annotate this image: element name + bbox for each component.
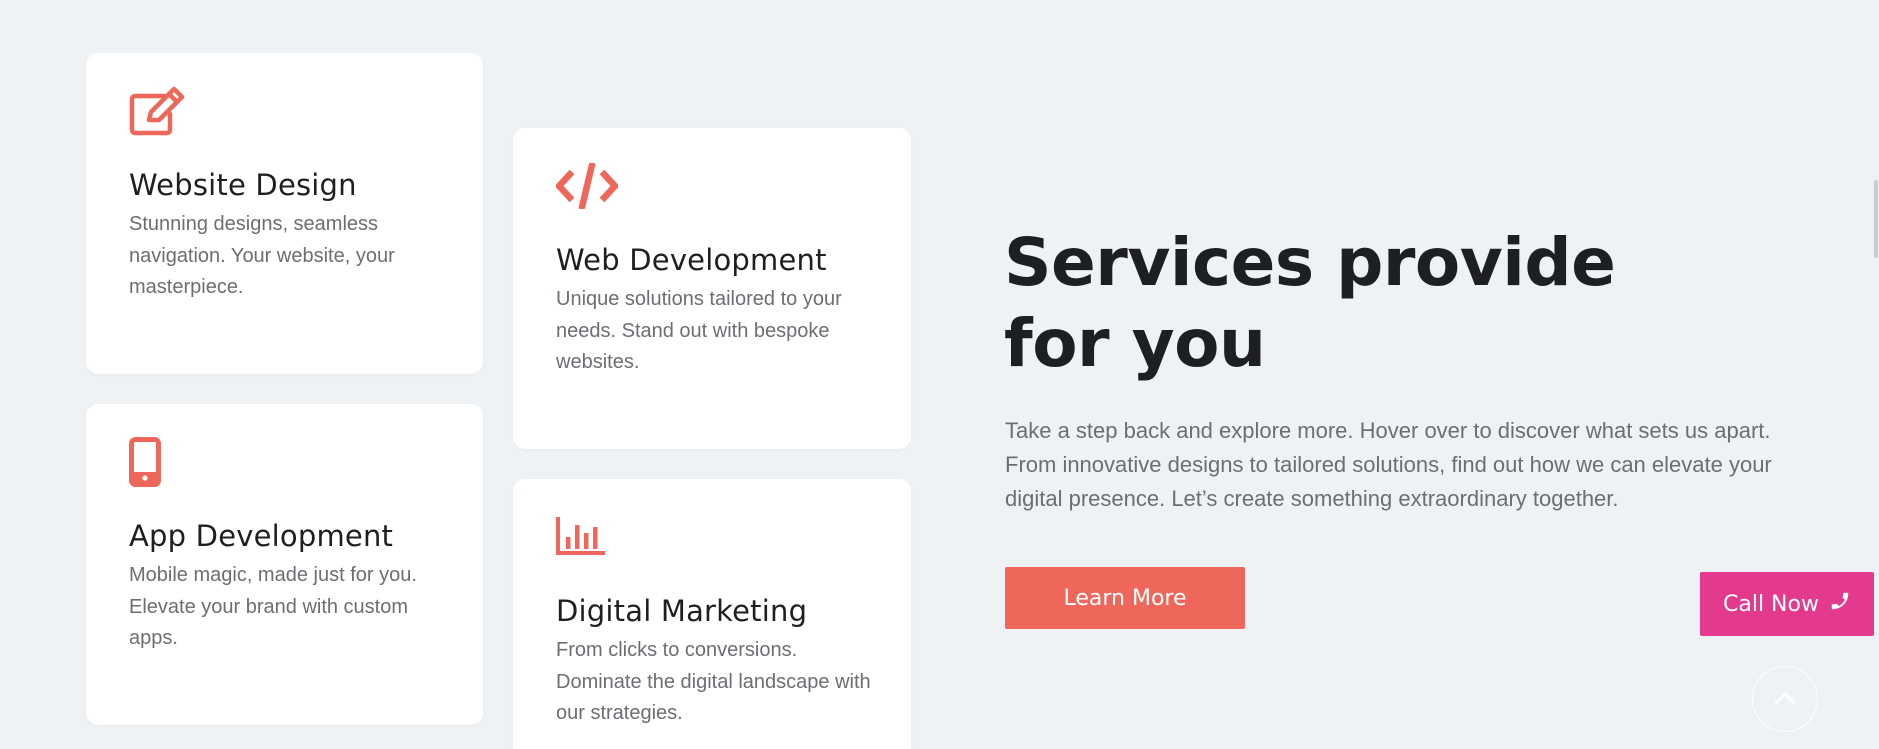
call-now-label: Call Now <box>1723 591 1819 617</box>
service-title: Digital Marketing <box>556 594 808 628</box>
heading-line-1: Services provide <box>1004 224 1616 301</box>
services-section: Website Design Stunning designs, seamles… <box>0 0 1879 749</box>
section-description: Take a step back and explore more. Hover… <box>1005 418 1772 511</box>
phone-icon <box>1829 590 1851 618</box>
chevron-up-icon <box>1774 691 1796 708</box>
page-scrollbar[interactable] <box>1874 180 1878 258</box>
service-card-digital-marketing[interactable]: Digital Marketing From clicks to convers… <box>513 479 911 749</box>
section-heading: Services provide for you <box>1004 222 1616 384</box>
service-card-website-design[interactable]: Website Design Stunning designs, seamles… <box>86 53 483 374</box>
learn-more-button[interactable]: Learn More <box>1005 567 1245 629</box>
bar-chart-icon <box>556 517 606 559</box>
service-title: App Development <box>129 519 394 553</box>
service-description: Unique solutions tailored to your needs.… <box>556 288 842 373</box>
code-icon <box>554 161 620 213</box>
service-description: From clicks to conversions. Dominate the… <box>556 639 871 724</box>
service-description: Stunning designs, seamless navigation. Y… <box>129 213 395 298</box>
service-title: Web Development <box>556 243 827 277</box>
mobile-phone-icon <box>129 437 161 491</box>
heading-line-2: for you <box>1004 305 1266 382</box>
service-card-app-development[interactable]: App Development Mobile magic, made just … <box>86 404 483 725</box>
service-card-web-development[interactable]: Web Development Unique solutions tailore… <box>513 128 911 449</box>
edit-icon <box>129 86 185 140</box>
service-title: Website Design <box>129 168 357 202</box>
call-now-button[interactable]: Call Now <box>1700 572 1874 636</box>
scroll-to-top-button[interactable] <box>1752 666 1818 732</box>
service-description: Mobile magic, made just for you. Elevate… <box>129 564 417 649</box>
